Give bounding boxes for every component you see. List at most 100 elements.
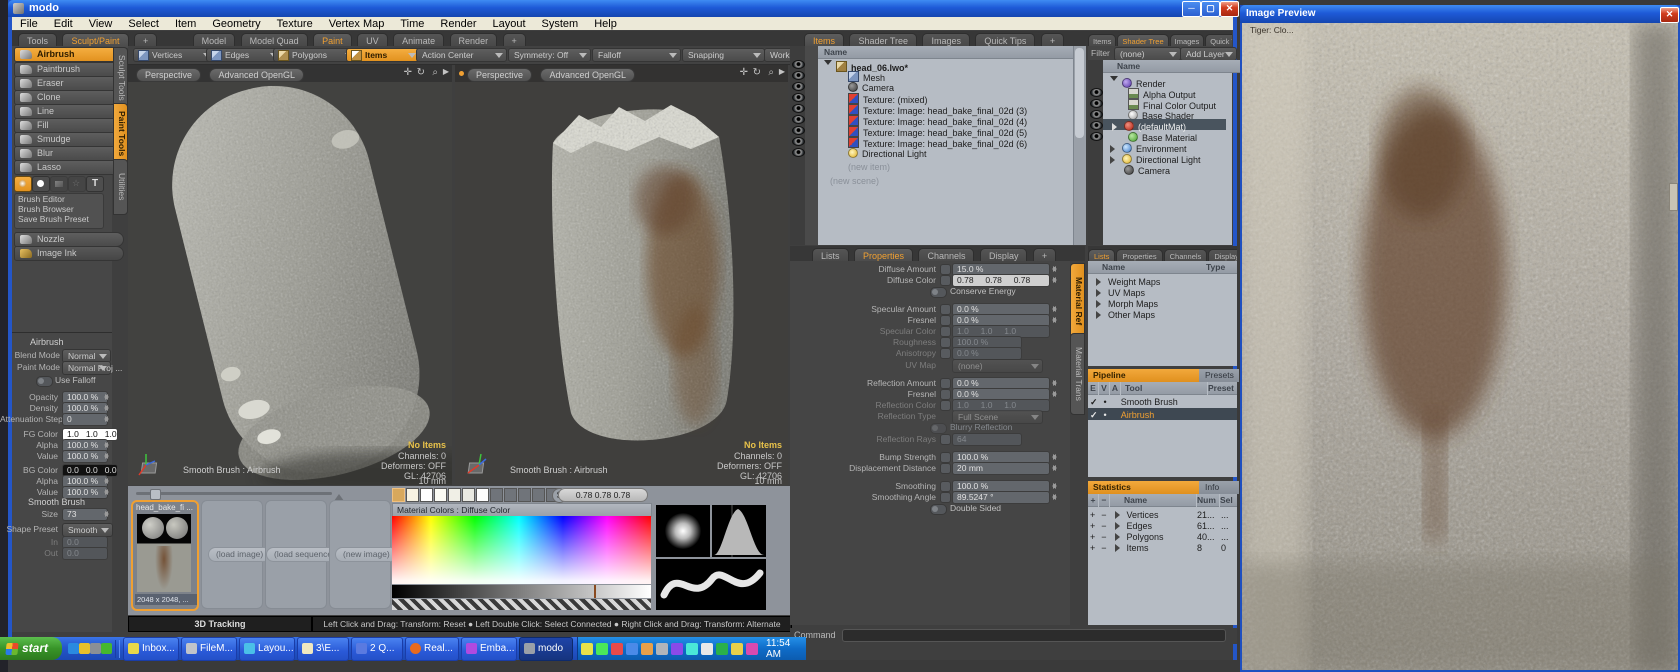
- tab-channels[interactable]: Channels: [1164, 249, 1208, 261]
- alpha-slider[interactable]: [392, 599, 651, 610]
- menu-texture[interactable]: Texture: [269, 17, 321, 31]
- eye-icon[interactable]: [792, 115, 805, 124]
- visible-dot-icon[interactable]: •: [1104, 410, 1107, 420]
- filter-dropdown[interactable]: (none): [1114, 47, 1181, 61]
- tab-lists[interactable]: Lists: [1088, 249, 1115, 261]
- menu-help[interactable]: Help: [586, 17, 625, 31]
- brush-tip-star-button[interactable]: ☆: [68, 176, 86, 192]
- tool-blur[interactable]: Blur: [14, 146, 124, 161]
- image-preview-titlebar[interactable]: Image Preview ✕: [1240, 5, 1680, 23]
- eye-icon[interactable]: [792, 71, 805, 80]
- menu-item[interactable]: Item: [167, 17, 204, 31]
- zoom-icon[interactable]: ⌕: [432, 67, 438, 78]
- task-modo-active[interactable]: modo: [519, 637, 573, 661]
- shader-item-camera[interactable]: Camera: [1124, 165, 1170, 177]
- items-name-header[interactable]: Name: [818, 46, 1079, 59]
- menu-layout[interactable]: Layout: [484, 17, 533, 31]
- pipeline-row-airbrush[interactable]: ✓•Airbrush: [1090, 410, 1154, 421]
- menu-vertex-map[interactable]: Vertex Map: [321, 17, 393, 31]
- expand-icon[interactable]: [1115, 544, 1124, 552]
- stats-row-polygons[interactable]: +−Polygons40......: [1090, 532, 1164, 543]
- side-tab-paint-tools[interactable]: Paint Tools: [113, 103, 128, 165]
- tree-item-directional-light[interactable]: Directional Light: [848, 148, 927, 160]
- tray-icon[interactable]: [656, 643, 668, 655]
- expand-icon[interactable]: [1096, 300, 1105, 308]
- menu-system[interactable]: System: [534, 17, 587, 31]
- menu-select[interactable]: Select: [120, 17, 167, 31]
- remove-icon[interactable]: −: [1101, 510, 1106, 520]
- expand-icon[interactable]: [1096, 289, 1105, 297]
- task-group[interactable]: 2 Q...: [351, 637, 403, 661]
- snapping-dropdown[interactable]: Snapping: [682, 48, 765, 62]
- tray-icon[interactable]: [581, 643, 593, 655]
- image-preview-canvas[interactable]: Tiger: Clo...: [1242, 23, 1678, 670]
- add-layer-dropdown[interactable]: Add Layer: [1180, 47, 1237, 61]
- quick-launch-browser-icon[interactable]: [68, 643, 79, 654]
- taskbar-clock[interactable]: 11:54 AM: [766, 638, 800, 660]
- tool-paintbrush[interactable]: Paintbrush: [14, 62, 124, 77]
- brush-tip-hard-button[interactable]: [32, 176, 50, 192]
- list-item-morph-maps[interactable]: Morph Maps: [1096, 299, 1158, 310]
- load-image-cell[interactable]: (load image): [201, 500, 263, 609]
- channel-toggle[interactable]: [940, 492, 951, 503]
- rotate-icon[interactable]: ↻: [753, 67, 761, 78]
- remove-icon[interactable]: −: [1101, 543, 1106, 553]
- viewport-menu-icon[interactable]: ▶: [779, 67, 785, 76]
- eye-icon[interactable]: [792, 126, 805, 135]
- vertices-mode-button[interactable]: Vertices: [133, 48, 215, 62]
- rotate-icon[interactable]: ↻: [417, 67, 425, 78]
- image-ink-button[interactable]: Image Ink: [14, 246, 124, 261]
- items-scrollbar-thumb[interactable]: [1075, 48, 1084, 138]
- tray-icon[interactable]: [626, 643, 638, 655]
- stats-row-vertices[interactable]: +−Vertices21......: [1090, 510, 1159, 521]
- tray-icon[interactable]: [746, 643, 758, 655]
- image-thumbnail-selected[interactable]: head_bake_fi ... 2048 x 2048, ...: [131, 500, 199, 611]
- task-embarcadero[interactable]: Emba...: [461, 637, 517, 661]
- new-image-cell[interactable]: (new image): [329, 500, 391, 609]
- tab-shader-tree[interactable]: Shader Tree: [1117, 34, 1168, 46]
- eye-icon[interactable]: [1090, 132, 1103, 141]
- tray-icon[interactable]: [716, 643, 728, 655]
- stats-row-items[interactable]: +−Items80: [1090, 543, 1149, 554]
- image-preview-close-button[interactable]: ✕: [1660, 7, 1679, 23]
- viewport-left-type[interactable]: Perspective: [136, 68, 201, 82]
- conserve-energy-checkbox[interactable]: [930, 287, 947, 298]
- nozzle-button[interactable]: Nozzle: [14, 232, 124, 247]
- enabled-check-icon[interactable]: ✓: [1090, 410, 1098, 420]
- load-sequence-cell[interactable]: (load sequence): [265, 500, 327, 609]
- tray-icon[interactable]: [671, 643, 683, 655]
- eye-icon[interactable]: [792, 82, 805, 91]
- list-item-uv-maps[interactable]: UV Maps: [1096, 288, 1145, 299]
- menu-file[interactable]: File: [12, 17, 46, 31]
- remove-icon[interactable]: −: [1101, 532, 1106, 542]
- side-tab-utilities[interactable]: Utilities: [113, 159, 128, 215]
- tool-fill[interactable]: Fill: [14, 118, 124, 133]
- edges-mode-button[interactable]: Edges: [206, 48, 282, 62]
- list-item-weight-maps[interactable]: Weight Maps: [1096, 277, 1160, 288]
- side-tab-sculpt-tools[interactable]: Sculpt Tools: [113, 47, 128, 109]
- maximize-button[interactable]: ▢: [1201, 1, 1220, 17]
- tab-properties[interactable]: Properties: [1116, 249, 1162, 261]
- remove-icon[interactable]: −: [1101, 521, 1106, 531]
- tab-display[interactable]: Display: [1208, 249, 1237, 261]
- expand-icon[interactable]: [1096, 278, 1105, 286]
- statistics-header[interactable]: Statistics: [1088, 481, 1204, 494]
- expand-icon[interactable]: [1096, 311, 1105, 319]
- eye-icon[interactable]: [792, 60, 805, 69]
- lists-name-header[interactable]: Name: [1088, 261, 1206, 274]
- tray-icon[interactable]: [596, 643, 608, 655]
- eye-icon[interactable]: [1090, 88, 1103, 97]
- brush-tip-soft-button[interactable]: [14, 176, 32, 192]
- quick-launch-desktop-icon[interactable]: [90, 643, 101, 654]
- shape-preset-dropdown[interactable]: Smooth: [62, 523, 113, 537]
- expand-icon[interactable]: [1115, 533, 1124, 541]
- items-mode-button[interactable]: Items: [346, 48, 420, 62]
- pan-icon[interactable]: ✛: [404, 67, 412, 78]
- preview-scroll-nub[interactable]: [1669, 183, 1678, 211]
- expand-icon[interactable]: [1110, 145, 1119, 153]
- add-icon[interactable]: +: [1090, 532, 1095, 542]
- pipeline-row-smooth-brush[interactable]: ✓•Smooth Brush: [1090, 397, 1178, 408]
- add-icon[interactable]: +: [1090, 521, 1095, 531]
- tray-icon[interactable]: [611, 643, 623, 655]
- minimize-button[interactable]: ─: [1182, 1, 1201, 17]
